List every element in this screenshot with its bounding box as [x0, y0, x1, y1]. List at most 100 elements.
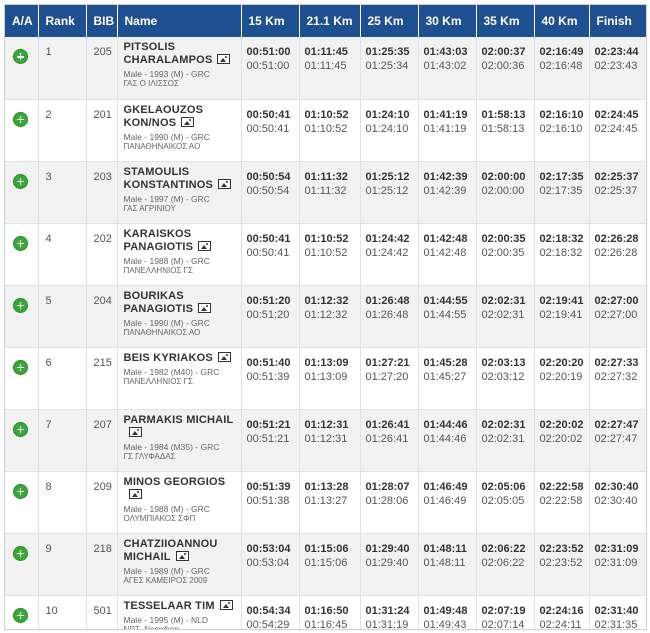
athlete-club: ΓΑΣ ΑΓΡΙΝΙΟΥ: [123, 203, 176, 213]
expand-plus-icon[interactable]: [13, 235, 28, 251]
expand-plus-icon[interactable]: [13, 173, 28, 189]
split-25km: 01:27:21 01:27:20: [360, 347, 419, 410]
split-finish: 02:27:47 02:27:47: [589, 409, 646, 472]
expand-plus-icon[interactable]: [13, 545, 28, 561]
split-35km: 02:05:06 02:05:05: [476, 471, 535, 534]
gun-time: 02:02:31: [481, 294, 526, 307]
chip-time: 01:12:31: [304, 432, 348, 445]
expand-plus-icon[interactable]: [13, 49, 28, 64]
photo-icon[interactable]: [198, 302, 212, 313]
chip-time: 01:13:27: [304, 494, 348, 507]
expand-plus-icon[interactable]: [13, 607, 28, 623]
chip-time: 02:27:47: [594, 432, 638, 445]
header-bib: BIB: [86, 5, 118, 37]
rank-value: 1: [45, 46, 52, 58]
chip-time: 02:20:02: [539, 432, 583, 445]
gun-time: 02:17:35: [539, 170, 584, 183]
gun-time: 00:50:41: [246, 108, 291, 121]
rank-value: 8: [45, 480, 52, 493]
gun-time: 02:31:40: [594, 604, 639, 617]
chip-time: 02:17:35: [539, 184, 583, 197]
bib-value: 215: [93, 356, 112, 369]
gun-time: 01:42:48: [423, 232, 468, 245]
athlete-details: Male - 1995 (M) - NLD: [123, 614, 209, 625]
split-30km: 01:48:11 01:48:11: [418, 533, 477, 596]
split-21km: 01:11:32 01:11:32: [299, 161, 361, 224]
table-row: 9 218 CHATZIIOANNOU MICHAIL Male - 1989 …: [5, 533, 646, 596]
photo-icon[interactable]: [128, 488, 142, 499]
gun-time: 01:16:50: [304, 604, 349, 617]
photo-icon[interactable]: [217, 54, 231, 64]
table-row: 5 204 BOURIKAS PANAGIOTIS Male - 1990 (M…: [5, 285, 646, 348]
split-finish: 02:30:40 02:30:40: [589, 471, 646, 534]
bib-cell: 209: [86, 471, 118, 534]
rank-value: 4: [45, 232, 52, 245]
expand-cell: [5, 471, 39, 534]
bib-value: 218: [93, 542, 112, 555]
gun-time: 02:20:02: [539, 418, 584, 431]
athlete-cell: TESSELAAR TIM Male - 1995 (M) - NLD NRT-…: [117, 595, 242, 629]
photo-icon[interactable]: [181, 116, 195, 127]
chip-time: 02:16:10: [539, 122, 583, 135]
expand-plus-icon[interactable]: [13, 421, 28, 437]
gun-time: 02:22:58: [539, 480, 584, 493]
athlete-details: Male - 1989 (M) - GRC: [123, 565, 210, 576]
split-21km: 01:12:32 01:12:32: [299, 285, 361, 348]
split-25km: 01:31:24 01:31:19: [360, 595, 419, 629]
photo-icon[interactable]: [218, 178, 232, 189]
gun-time: 02:06:22: [481, 542, 526, 555]
split-25km: 01:28:07 01:28:06: [360, 471, 419, 534]
chip-time: 01:11:45: [304, 60, 347, 72]
rank-cell: 3: [38, 161, 87, 224]
gun-time: 01:45:28: [423, 356, 468, 369]
gun-time: 01:12:32: [304, 294, 349, 307]
gun-time: 00:51:40: [246, 356, 291, 369]
chip-time: 00:51:39: [246, 370, 290, 383]
bib-value: 205: [93, 46, 112, 58]
photo-icon[interactable]: [198, 240, 212, 251]
expand-plus-icon[interactable]: [13, 297, 28, 313]
table-row: 6 215 BEIS KYRIAKOS Male - 1982 (M40) - …: [5, 347, 646, 410]
photo-icon[interactable]: [128, 426, 142, 437]
bib-cell: 201: [86, 99, 118, 162]
photo-icon[interactable]: [175, 550, 189, 561]
chip-time: 02:06:22: [481, 556, 525, 569]
split-35km: 02:02:31 02:02:31: [476, 409, 535, 472]
split-15km: 00:51:40 00:51:39: [241, 347, 300, 410]
split-21km: 01:13:28 01:13:27: [299, 471, 361, 534]
bib-cell: 501: [86, 595, 118, 629]
split-30km: 01:45:28 01:45:27: [418, 347, 477, 410]
athlete-club: ΟΛΥΜΠΙΑΚΟΣ ΣΦΠ: [123, 513, 196, 523]
gun-time: 01:13:28: [304, 480, 349, 493]
athlete-details: Male - 1988 (M) - GRC: [123, 503, 210, 514]
gun-time: 01:10:52: [304, 232, 349, 245]
chip-time: 01:25:12: [365, 184, 409, 197]
bib-value: 201: [93, 108, 112, 121]
rank-cell: 6: [38, 347, 87, 410]
athlete-cell: PARMAKIS MICHAIL Male - 1984 (M35) - GRC…: [117, 409, 242, 472]
chip-time: 01:48:11: [423, 556, 466, 569]
expand-plus-icon[interactable]: [13, 111, 28, 127]
split-21km: 01:15:06 01:15:06: [299, 533, 361, 596]
athlete-cell: PITSOLIS CHARALAMPOS Male - 1993 (M) - G…: [117, 37, 242, 100]
split-15km: 00:51:39 00:51:38: [241, 471, 300, 534]
split-40km: 02:19:41 02:19:41: [534, 285, 590, 348]
photo-icon[interactable]: [219, 599, 233, 610]
chip-time: 01:45:27: [423, 370, 467, 383]
chip-time: 02:25:37: [594, 184, 638, 197]
expand-plus-icon[interactable]: [13, 359, 28, 375]
header-rank: Rank: [38, 5, 87, 37]
athlete-details: Male - 1982 (M40) - GRC: [123, 366, 220, 377]
chip-time: 01:42:39: [423, 184, 467, 197]
photo-icon[interactable]: [217, 351, 231, 362]
gun-time: 01:11:32: [304, 170, 348, 183]
split-40km: 02:23:52 02:23:52: [534, 533, 590, 596]
split-25km: 01:24:10 01:24:10: [360, 99, 419, 162]
gun-time: 00:50:54: [246, 170, 291, 183]
expand-plus-icon[interactable]: [13, 483, 28, 499]
rank-cell: 5: [38, 285, 87, 348]
split-30km: 01:44:55 01:44:55: [418, 285, 477, 348]
table-row: 8 209 MINOS GEORGIOS Male - 1988 (M) - G…: [5, 471, 646, 534]
table-row: 7 207 PARMAKIS MICHAIL Male - 1984 (M35)…: [5, 409, 646, 472]
gun-time: 01:42:39: [423, 170, 468, 183]
